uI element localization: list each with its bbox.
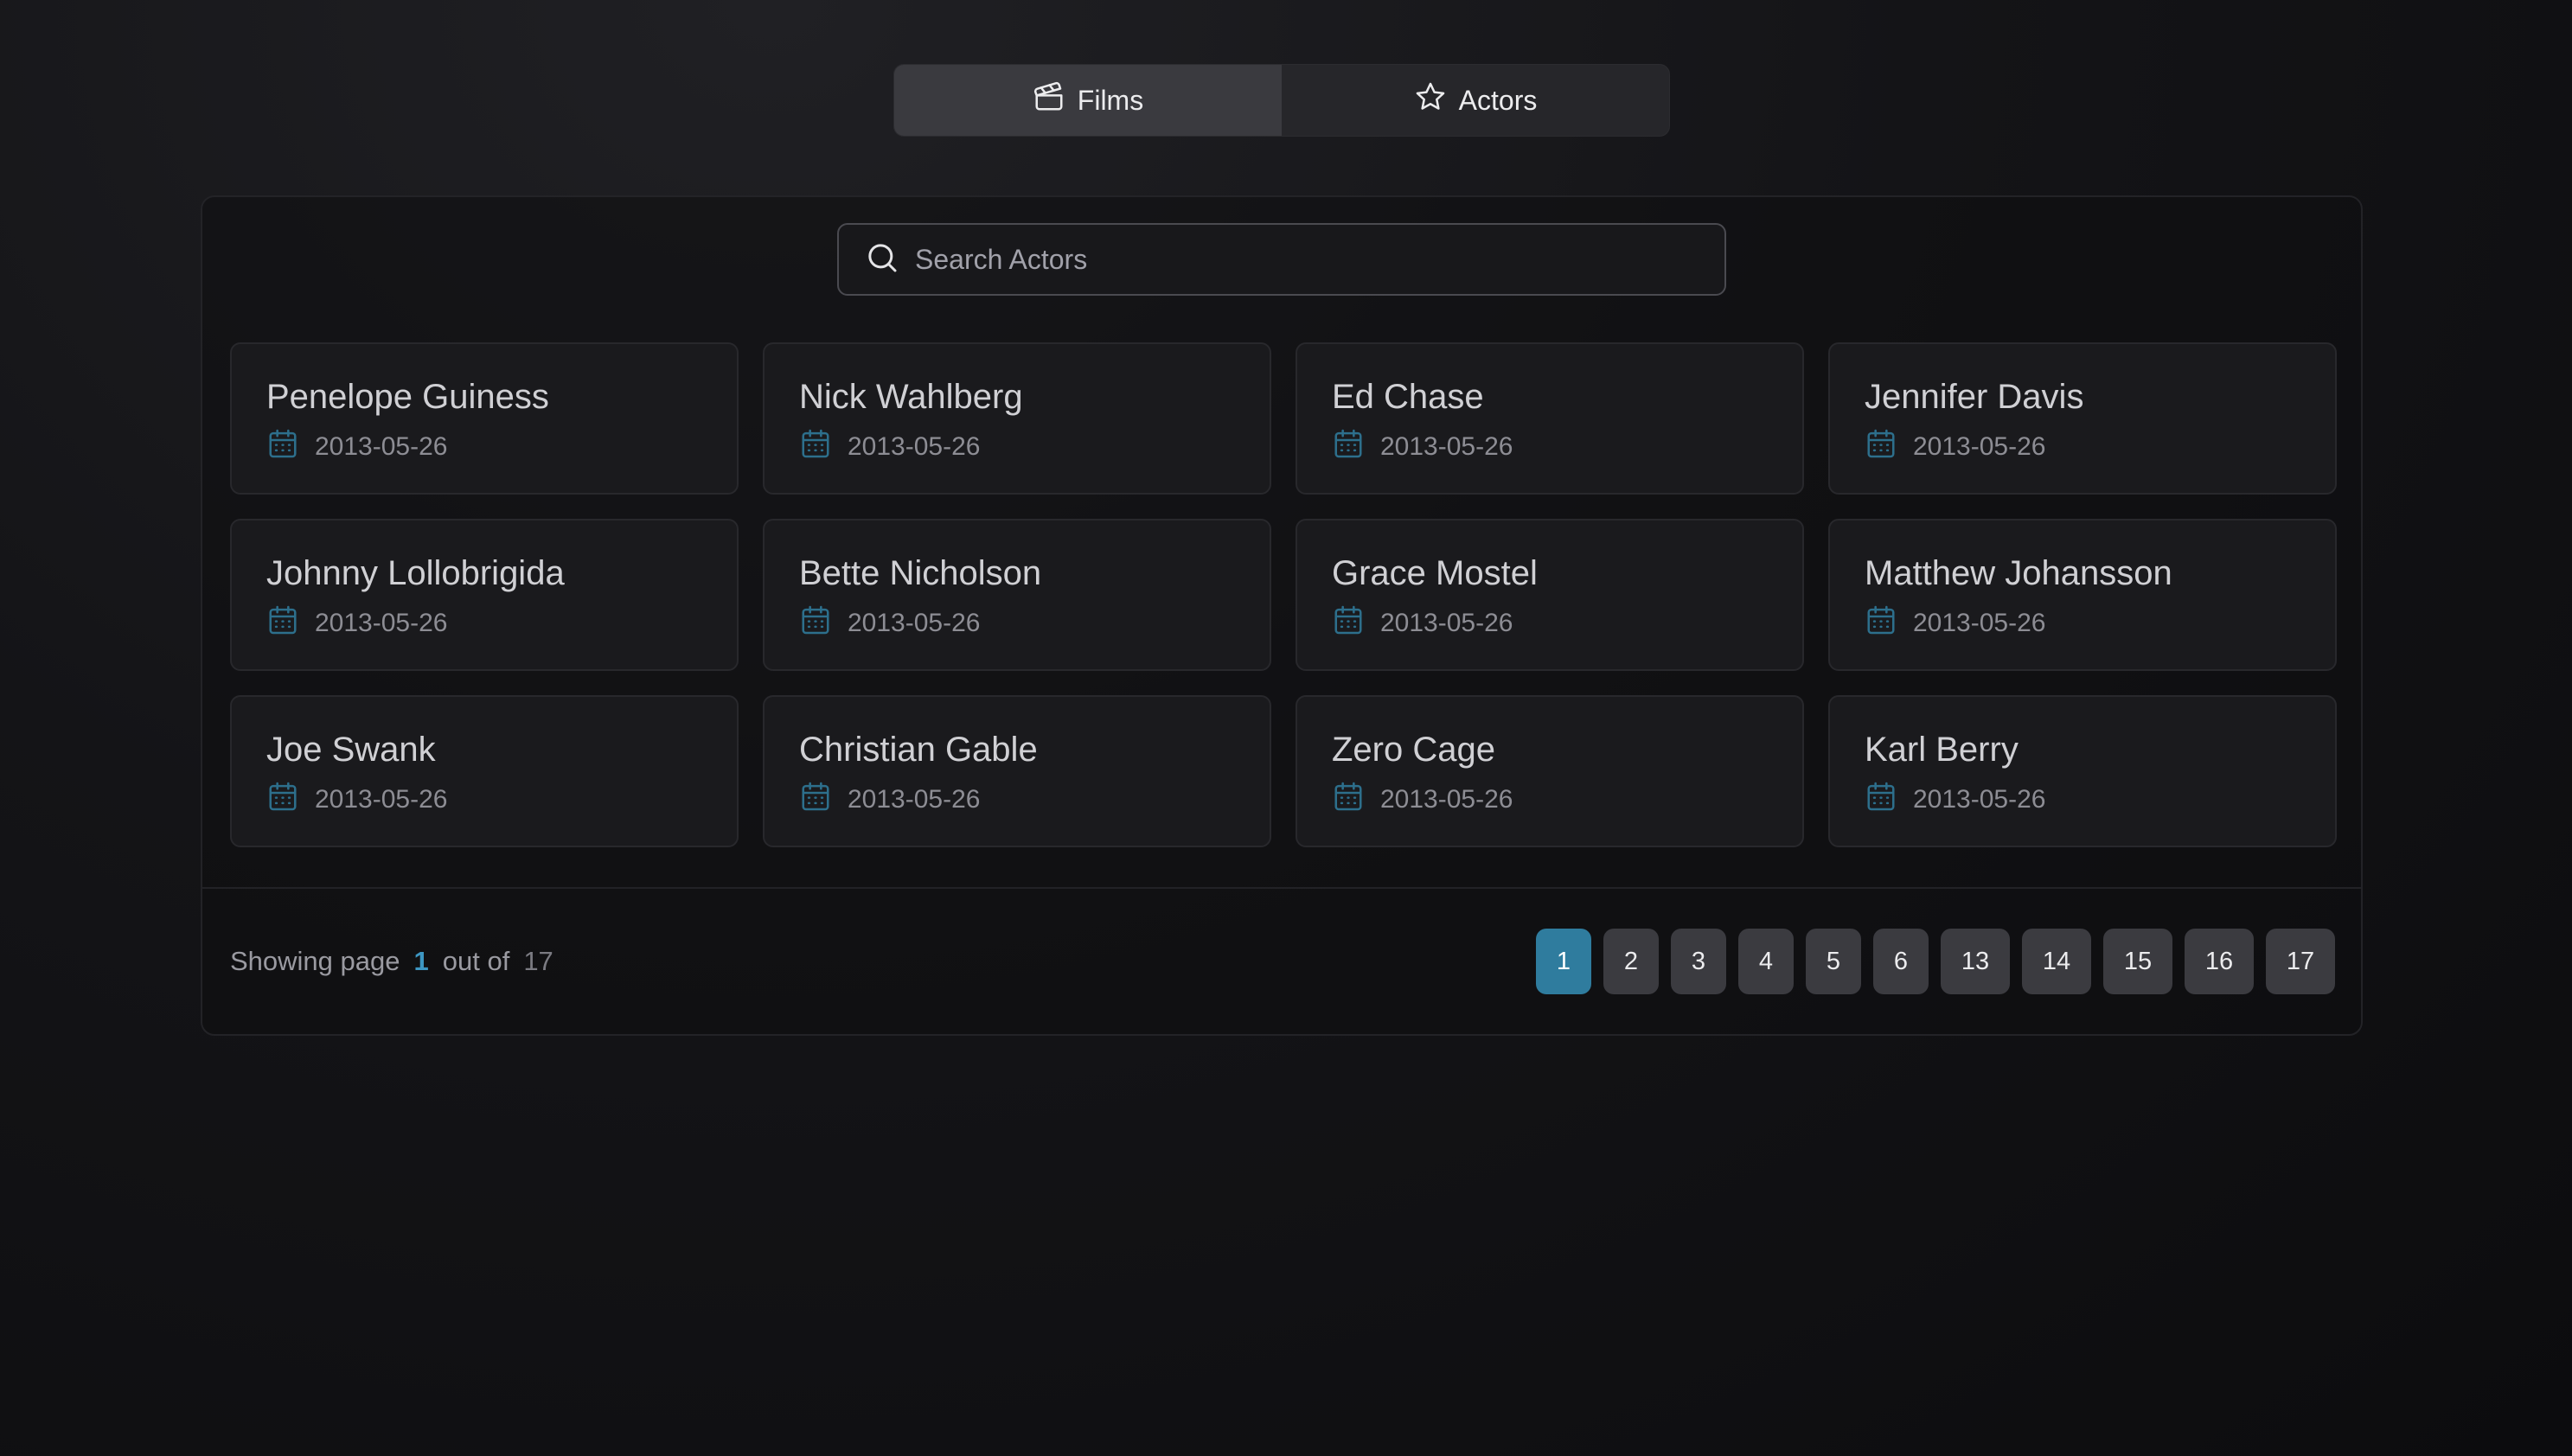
actor-card[interactable]: Ed Chase 2013-05-26	[1296, 342, 1804, 495]
page-button[interactable]: 14	[2022, 929, 2091, 994]
actor-date-row: 2013-05-26	[1332, 427, 1802, 467]
actor-card[interactable]: Johnny Lollobrigida 2013-05-26	[230, 519, 739, 671]
actor-card[interactable]: Joe Swank 2013-05-26	[230, 695, 739, 847]
calendar-icon	[266, 603, 299, 643]
actor-card[interactable]: Grace Mostel 2013-05-26	[1296, 519, 1804, 671]
actor-name: Grace Mostel	[1332, 554, 1538, 592]
calendar-icon	[799, 603, 832, 643]
actor-date-row: 2013-05-26	[266, 603, 737, 643]
actor-grid: Penelope Guiness 2013-05-26 Nick Wahlberg 2…	[230, 342, 2337, 847]
calendar-icon	[1332, 427, 1365, 467]
footer-divider	[202, 887, 2361, 889]
actor-date: 2013-05-26	[1913, 432, 2046, 461]
actor-card[interactable]: Matthew Johansson 2013-05-26	[1828, 519, 2337, 671]
page-button[interactable]: 6	[1873, 929, 1929, 994]
total-pages-number: 17	[523, 946, 553, 976]
search-input[interactable]	[913, 224, 1724, 295]
actor-name: Johnny Lollobrigida	[266, 554, 565, 592]
calendar-icon	[799, 427, 832, 467]
actor-date: 2013-05-26	[848, 432, 981, 461]
actor-name: Bette Nicholson	[799, 554, 1042, 592]
actor-card[interactable]: Penelope Guiness 2013-05-26	[230, 342, 739, 495]
search-icon	[865, 240, 899, 279]
calendar-icon	[1332, 780, 1365, 820]
actor-date: 2013-05-26	[1913, 609, 2046, 637]
actor-name: Christian Gable	[799, 731, 1038, 769]
actor-name: Karl Berry	[1865, 731, 2019, 769]
actor-date: 2013-05-26	[1913, 785, 2046, 814]
actor-date-row: 2013-05-26	[799, 427, 1270, 467]
actor-date-row: 2013-05-26	[266, 780, 737, 820]
star-icon	[1414, 80, 1447, 120]
actors-panel: Penelope Guiness 2013-05-26 Nick Wahlberg 2…	[201, 195, 2363, 1036]
actor-date-row: 2013-05-26	[1865, 427, 2335, 467]
search-box	[837, 223, 1726, 296]
tab-films-label: Films	[1077, 84, 1144, 116]
tab-actors-label: Actors	[1458, 84, 1538, 116]
actor-date-row: 2013-05-26	[266, 427, 737, 467]
calendar-icon	[1865, 780, 1897, 820]
actor-date-row: 2013-05-26	[799, 780, 1270, 820]
actor-date: 2013-05-26	[1380, 609, 1513, 637]
actor-card[interactable]: Jennifer Davis 2013-05-26	[1828, 342, 2337, 495]
page-button[interactable]: 3	[1671, 929, 1726, 994]
page-button[interactable]: 16	[2185, 929, 2254, 994]
actor-name: Zero Cage	[1332, 731, 1495, 769]
tab-films[interactable]: Films	[894, 65, 1282, 136]
actor-card[interactable]: Zero Cage 2013-05-26	[1296, 695, 1804, 847]
page-status-out-of: out of	[442, 946, 510, 976]
actor-date-row: 2013-05-26	[1865, 603, 2335, 643]
calendar-icon	[1865, 603, 1897, 643]
actor-card[interactable]: Christian Gable 2013-05-26	[763, 695, 1271, 847]
calendar-icon	[266, 427, 299, 467]
page-button[interactable]: 13	[1941, 929, 2010, 994]
actor-card[interactable]: Nick Wahlberg 2013-05-26	[763, 342, 1271, 495]
actor-date: 2013-05-26	[1380, 432, 1513, 461]
page-status-label: Showing page	[230, 946, 400, 976]
actor-date-row: 2013-05-26	[1332, 603, 1802, 643]
actor-date: 2013-05-26	[315, 785, 448, 814]
actor-name: Jennifer Davis	[1865, 378, 2084, 416]
actor-card[interactable]: Bette Nicholson 2013-05-26	[763, 519, 1271, 671]
page-button[interactable]: 17	[2266, 929, 2335, 994]
actor-date: 2013-05-26	[848, 785, 981, 814]
actor-date-row: 2013-05-26	[1865, 780, 2335, 820]
actor-name: Matthew Johansson	[1865, 554, 2172, 592]
tab-actors[interactable]: Actors	[1282, 65, 1669, 136]
page-button[interactable]: 2	[1603, 929, 1659, 994]
clapperboard-icon	[1033, 80, 1065, 120]
pagination: 1 2 3 4 5 6 13 14 15 16 17	[1536, 929, 2335, 994]
actor-name: Joe Swank	[266, 731, 436, 769]
page-status: Showing page 1 out of 17	[230, 946, 553, 977]
actor-card[interactable]: Karl Berry 2013-05-26	[1828, 695, 2337, 847]
page-button[interactable]: 5	[1806, 929, 1861, 994]
actor-date: 2013-05-26	[315, 432, 448, 461]
actor-date: 2013-05-26	[848, 609, 981, 637]
actor-name: Ed Chase	[1332, 378, 1484, 416]
calendar-icon	[799, 780, 832, 820]
current-page-number: 1	[413, 946, 429, 976]
actor-name: Nick Wahlberg	[799, 378, 1023, 416]
page-button[interactable]: 15	[2103, 929, 2172, 994]
calendar-icon	[1865, 427, 1897, 467]
calendar-icon	[1332, 603, 1365, 643]
actor-name: Penelope Guiness	[266, 378, 549, 416]
view-tabs: Films Actors	[893, 64, 1670, 137]
actor-date: 2013-05-26	[315, 609, 448, 637]
actor-date: 2013-05-26	[1380, 785, 1513, 814]
page-button[interactable]: 1	[1536, 929, 1591, 994]
actor-date-row: 2013-05-26	[1332, 780, 1802, 820]
page-button[interactable]: 4	[1738, 929, 1794, 994]
actor-date-row: 2013-05-26	[799, 603, 1270, 643]
calendar-icon	[266, 780, 299, 820]
